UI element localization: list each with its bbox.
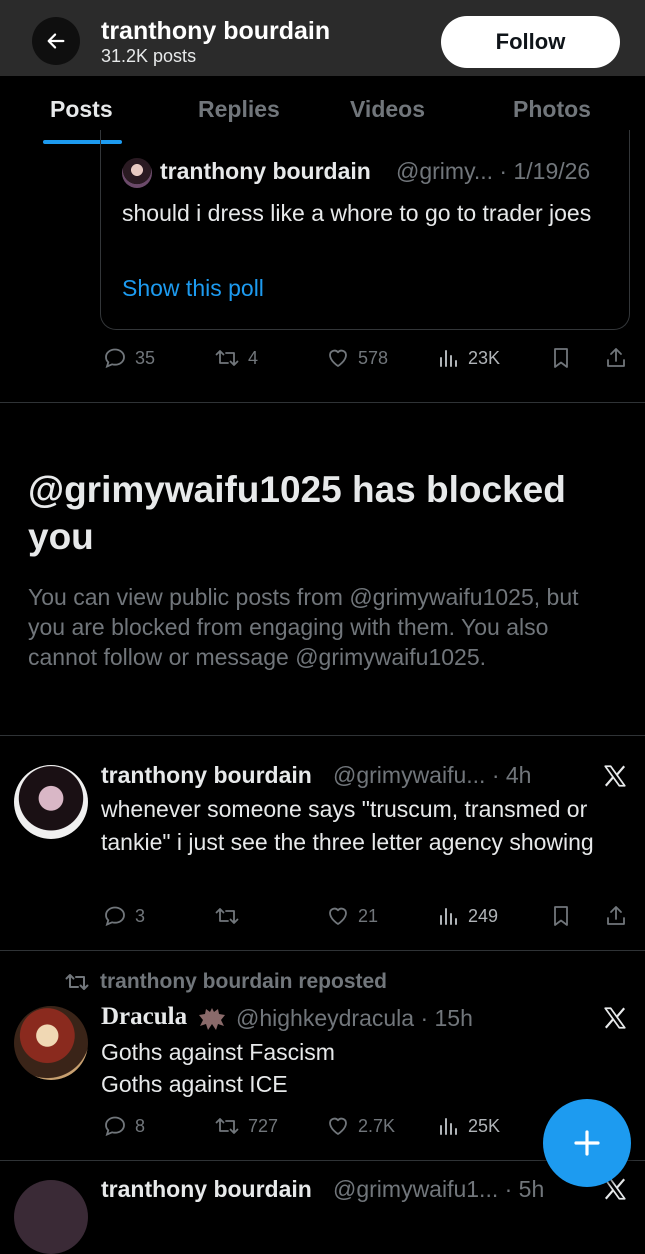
like-button[interactable]: 578 bbox=[326, 346, 388, 370]
repost-button[interactable] bbox=[214, 904, 240, 928]
like-icon bbox=[329, 1117, 347, 1135]
back-arrow-icon bbox=[47, 33, 65, 49]
x-logo-icon[interactable] bbox=[602, 1005, 628, 1031]
blocked-description: You can view public posts from @grimywai… bbox=[28, 584, 579, 670]
share-icon bbox=[607, 348, 625, 367]
avatar[interactable] bbox=[14, 1180, 88, 1254]
tab-photos[interactable]: Photos bbox=[513, 96, 591, 123]
tab-replies[interactable]: Replies bbox=[198, 96, 280, 123]
repost-button[interactable]: 4 bbox=[214, 346, 258, 370]
like-icon bbox=[329, 349, 347, 367]
divider bbox=[0, 735, 645, 736]
author-meta: @grimywaifu... · 4h bbox=[333, 762, 532, 788]
like-count: 2.7K bbox=[358, 1115, 396, 1136]
like-count: 21 bbox=[358, 905, 379, 926]
like-count: 578 bbox=[358, 347, 389, 368]
author-meta: @grimywaifu1... · 5h bbox=[333, 1176, 545, 1202]
bookmark-icon bbox=[554, 348, 568, 368]
avatar[interactable] bbox=[14, 1006, 88, 1080]
like-icon bbox=[329, 907, 347, 925]
compose-button[interactable] bbox=[543, 1099, 631, 1187]
quoted-post-text: should i dress like a whore to go to tra… bbox=[122, 200, 592, 226]
post-count: 31.2K posts bbox=[101, 46, 197, 66]
plus-icon bbox=[574, 1130, 600, 1156]
views-count: 249 bbox=[468, 905, 499, 926]
reply-button[interactable]: 35 bbox=[103, 346, 155, 370]
profile-name: tranthony bourdain bbox=[101, 17, 331, 45]
share-button[interactable] bbox=[604, 904, 628, 928]
avatar[interactable] bbox=[14, 765, 88, 839]
views-icon bbox=[440, 350, 457, 367]
reply-count: 3 bbox=[135, 905, 146, 926]
reply-button[interactable]: 3 bbox=[103, 904, 145, 928]
avatar[interactable] bbox=[122, 158, 152, 188]
quoted-author-name[interactable]: tranthony bourdain bbox=[160, 158, 371, 185]
reply-icon bbox=[105, 1116, 125, 1137]
repost-icon bbox=[215, 908, 239, 924]
share-button[interactable] bbox=[604, 346, 628, 370]
repost-icon bbox=[215, 1118, 239, 1134]
repost-icon bbox=[65, 974, 89, 990]
repost-icon bbox=[215, 350, 239, 366]
repost-count: 727 bbox=[248, 1115, 279, 1136]
views-count: 23K bbox=[468, 347, 501, 368]
quoted-author-meta: @grimy... · 1/19/26 bbox=[396, 158, 591, 184]
divider bbox=[0, 402, 645, 403]
views-count: 25K bbox=[468, 1115, 501, 1136]
views-button[interactable]: 23K bbox=[438, 346, 500, 370]
repost-label: tranthony bourdain reposted bbox=[100, 970, 388, 993]
author-name[interactable]: tranthony bourdain bbox=[101, 762, 312, 789]
post-text-line: Goths against Fascism bbox=[101, 1039, 335, 1065]
author-name[interactable]: Dracula bbox=[101, 1003, 187, 1031]
bookmark-button[interactable] bbox=[550, 346, 572, 370]
back-button[interactable] bbox=[32, 17, 80, 65]
reply-button[interactable]: 8 bbox=[103, 1114, 145, 1138]
like-button[interactable]: 2.7K bbox=[326, 1114, 395, 1138]
views-button[interactable]: 249 bbox=[438, 904, 498, 928]
blocked-title: @grimywaifu1025 has blocked you bbox=[28, 469, 566, 557]
show-poll-link[interactable]: Show this poll bbox=[122, 275, 264, 302]
divider bbox=[0, 950, 645, 951]
views-button[interactable]: 25K bbox=[438, 1114, 500, 1138]
bookmark-icon bbox=[554, 906, 568, 926]
reply-count: 35 bbox=[135, 347, 156, 368]
share-icon bbox=[607, 906, 625, 925]
reply-icon bbox=[105, 348, 125, 369]
repost-indicator[interactable]: tranthony bourdain reposted bbox=[64, 970, 387, 994]
tab-posts[interactable]: Posts bbox=[50, 96, 113, 123]
views-icon bbox=[440, 908, 457, 925]
bat-icon bbox=[196, 1002, 228, 1032]
views-icon bbox=[440, 1118, 457, 1135]
follow-button[interactable]: Follow bbox=[441, 16, 620, 68]
author-meta: @highkeydracula · 15h bbox=[236, 1005, 473, 1031]
x-logo-icon[interactable] bbox=[602, 763, 628, 789]
bookmark-button[interactable] bbox=[550, 904, 572, 928]
repost-count: 4 bbox=[248, 347, 259, 368]
tab-videos[interactable]: Videos bbox=[350, 96, 425, 123]
post-text-line: Goths against ICE bbox=[101, 1071, 288, 1097]
author-name[interactable]: tranthony bourdain bbox=[101, 1176, 312, 1203]
like-button[interactable]: 21 bbox=[326, 904, 378, 928]
reply-count: 8 bbox=[135, 1115, 146, 1136]
post-text: whenever someone says "truscum, transmed… bbox=[101, 796, 594, 855]
reply-icon bbox=[105, 906, 125, 927]
repost-button[interactable]: 727 bbox=[214, 1114, 278, 1138]
